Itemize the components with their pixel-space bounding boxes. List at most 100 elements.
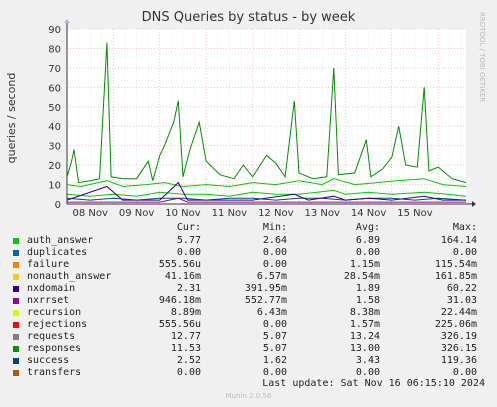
- legend-value-max: 60.22: [446, 283, 477, 294]
- legend-value-avg: 3.43: [355, 355, 380, 366]
- legend-value-cur: 555.56u: [158, 259, 201, 270]
- legend-series-name: nxdomain: [27, 283, 76, 294]
- legend-series-name: responses: [27, 343, 82, 354]
- legend-value-min: 391.95m: [244, 283, 287, 294]
- legend-value-avg: 0.00: [355, 367, 380, 378]
- legend-value-min: 0.00: [262, 259, 287, 270]
- legend-header-avg: Avg:: [355, 222, 380, 233]
- legend-swatch: [13, 250, 19, 256]
- legend-value-max: 0.00: [452, 367, 477, 378]
- x-tick-label: 14 Nov: [351, 208, 387, 219]
- legend-value-min: 0.00: [262, 247, 287, 258]
- legend-series-name: success: [27, 355, 70, 366]
- legend-value-max: 326.15: [440, 343, 477, 354]
- legend-series-name: auth_answer: [27, 235, 94, 246]
- legend-value-cur: 0.00: [176, 367, 201, 378]
- legend-value-avg: 13.24: [349, 331, 380, 342]
- x-tick-label: 08 Nov: [72, 208, 108, 219]
- legend-value-min: 552.77m: [244, 295, 287, 306]
- legend-value-cur: 0.00: [176, 247, 201, 258]
- legend-series-name: failure: [27, 259, 70, 270]
- legend-series-name: nxrrset: [27, 295, 70, 306]
- x-tick-label: 10 Nov: [165, 208, 201, 219]
- legend-value-avg: 0.00: [355, 247, 380, 258]
- legend-header-min: Min:: [262, 222, 287, 233]
- y-tick-label: 60: [48, 83, 61, 94]
- legend-value-max: 119.36: [440, 355, 477, 366]
- legend-swatch: [13, 310, 19, 316]
- legend-swatch: [13, 322, 19, 328]
- legend-value-max: 31.03: [446, 295, 477, 306]
- legend-swatch: [13, 286, 19, 292]
- y-tick-label: 80: [48, 44, 61, 55]
- legend-value-cur: 11.53: [170, 343, 201, 354]
- legend-value-max: 326.19: [440, 331, 477, 342]
- legend-value-min: 5.07: [262, 331, 287, 342]
- legend-swatch: [13, 262, 19, 268]
- legend-value-min: 5.07: [262, 343, 287, 354]
- legend-header-max: Max:: [452, 222, 477, 233]
- legend-value-max: 115.54m: [434, 259, 477, 270]
- legend-value-cur: 946.18m: [158, 295, 201, 306]
- legend-swatch: [13, 358, 19, 364]
- x-tick-label: 12 Nov: [258, 208, 294, 219]
- legend-value-avg: 6.89: [355, 235, 380, 246]
- y-tick-label: 40: [48, 122, 61, 133]
- legend-swatch: [13, 238, 19, 244]
- legend-value-cur: 2.52: [176, 355, 201, 366]
- legend-series-name: nonauth_answer: [27, 271, 112, 282]
- munin-version: Munin 2.0.56: [225, 392, 272, 400]
- legend-value-max: 164.14: [440, 235, 477, 246]
- y-axis-arrow: [64, 19, 70, 23]
- legend-value-avg: 1.58: [355, 295, 380, 306]
- legend-value-cur: 555.56u: [158, 319, 201, 330]
- legend-value-avg: 28.54m: [343, 271, 380, 282]
- legend-value-cur: 12.77: [170, 331, 201, 342]
- y-tick-label: 0: [55, 200, 61, 211]
- x-tick-label: 09 Nov: [119, 208, 155, 219]
- legend-series-name: transfers: [27, 367, 82, 378]
- legend-series-name: rejections: [27, 319, 88, 330]
- legend-value-min: 1.62: [262, 355, 287, 366]
- legend-series-name: duplicates: [27, 247, 88, 258]
- y-tick-label: 10: [48, 181, 61, 192]
- legend-swatch: [13, 370, 19, 376]
- legend-swatch: [13, 274, 19, 280]
- legend-value-max: 225.06m: [434, 319, 477, 330]
- x-tick-label: 15 Nov: [397, 208, 433, 219]
- y-tick-label: 20: [48, 161, 61, 172]
- x-axis-arrow: [472, 201, 476, 207]
- legend-header-cur: Cur:: [176, 222, 201, 233]
- legend-swatch: [13, 346, 19, 352]
- plot-area: [67, 29, 466, 204]
- y-tick-label: 30: [48, 142, 61, 153]
- last-update: Last update: Sat Nov 16 06:15:10 2024: [262, 378, 485, 389]
- legend-swatch: [13, 298, 19, 304]
- legend-value-min: 0.00: [262, 367, 287, 378]
- legend-value-min: 2.64: [262, 235, 287, 246]
- y-tick-label: 90: [48, 25, 61, 36]
- legend-value-avg: 1.57m: [349, 319, 380, 330]
- legend-value-max: 0.00: [452, 247, 477, 258]
- legend-value-min: 6.57m: [256, 271, 287, 282]
- legend-value-max: 161.85m: [434, 271, 477, 282]
- legend-value-min: 6.43m: [256, 307, 287, 318]
- x-tick-label: 13 Nov: [304, 208, 340, 219]
- legend-series-name: recursion: [27, 307, 82, 318]
- legend-value-max: 22.44m: [440, 307, 477, 318]
- y-tick-label: 70: [48, 64, 61, 75]
- legend-value-cur: 8.89m: [170, 307, 201, 318]
- y-tick-label: 50: [48, 103, 61, 114]
- legend-value-avg: 1.15m: [349, 259, 380, 270]
- legend-value-min: 0.00: [262, 319, 287, 330]
- x-tick-label: 11 Nov: [212, 208, 248, 219]
- legend-value-avg: 13.00: [349, 343, 380, 354]
- legend-swatch: [13, 334, 19, 340]
- legend-value-cur: 41.16m: [164, 271, 201, 282]
- legend-value-avg: 1.89: [355, 283, 380, 294]
- legend-value-avg: 8.38m: [349, 307, 380, 318]
- legend-series-name: requests: [27, 331, 76, 342]
- legend-value-cur: 5.77: [176, 235, 201, 246]
- legend-value-cur: 2.31: [176, 283, 201, 294]
- chart-plot: 0 10 20 30 40 50 60 70 80 90 08 Nov 09 Nov 10 Nov 11 …: [48, 19, 476, 219]
